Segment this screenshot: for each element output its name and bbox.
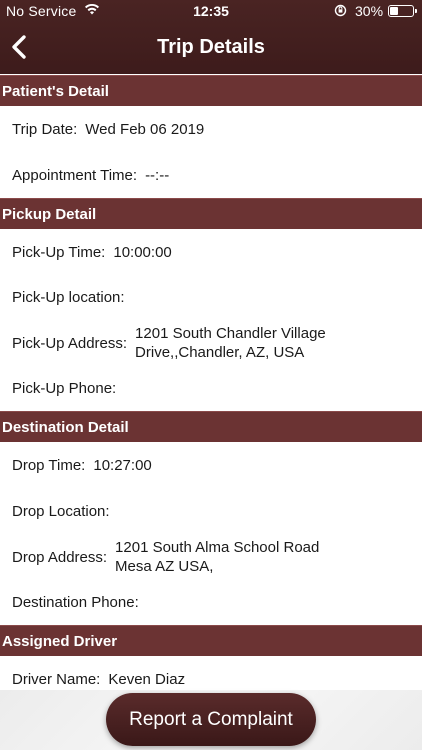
status-bar: No Service 12:35 30% <box>0 0 422 22</box>
pickup-phone-row: Pick-Up Phone: <box>12 379 124 398</box>
appointment-time-row: Appointment Time: --:-- <box>12 166 169 185</box>
drop-time-label: Drop Time: <box>12 457 86 474</box>
pickup-address-value: 1201 South Chandler Village Drive,,Chand… <box>135 325 326 361</box>
pickup-time-label: Pick-Up Time: <box>12 244 106 261</box>
drop-address-row: Drop Address: 1201 South Alma School Roa… <box>12 538 345 576</box>
destination-phone-label: Destination Phone: <box>12 594 139 611</box>
section-header-driver: Assigned Driver <box>0 625 422 656</box>
driver-name-label: Driver Name: <box>12 671 101 688</box>
appointment-time-label: Appointment Time: <box>12 167 138 184</box>
page-title: Trip Details <box>157 36 265 58</box>
pickup-time-value: 10:00:00 <box>113 244 172 261</box>
destination-phone-row: Destination Phone: <box>12 593 147 612</box>
pickup-location-row: Pick-Up location: <box>12 288 133 307</box>
pickup-location-label: Pick-Up location: <box>12 289 125 306</box>
pickup-address-label: Pick-Up Address: <box>12 334 128 352</box>
drop-address-label: Drop Address: <box>12 548 108 566</box>
section-header-pickup: Pickup Detail <box>0 198 422 229</box>
orientation-lock-icon <box>334 4 347 17</box>
battery-percent: 30% <box>355 3 384 19</box>
section-header-destination: Destination Detail <box>0 411 422 442</box>
driver-name-row: Driver Name: Keven Diaz <box>12 670 185 689</box>
pickup-time-row: Pick-Up Time: 10:00:00 <box>12 243 172 262</box>
section-header-patient: Patient's Detail <box>0 75 422 106</box>
drop-location-row: Drop Location: <box>12 502 118 521</box>
trip-date-row: Trip Date: Wed Feb 06 2019 <box>12 120 204 139</box>
battery-icon <box>388 5 417 17</box>
report-complaint-button[interactable]: Report a Complaint <box>106 693 316 746</box>
navigation-bar: No Service 12:35 30% Trip Details <box>0 0 422 74</box>
drop-time-row: Drop Time: 10:27:00 <box>12 456 152 475</box>
trip-date-value: Wed Feb 06 2019 <box>85 121 205 138</box>
trip-date-label: Trip Date: <box>12 121 78 138</box>
driver-name-value: Keven Diaz <box>108 671 186 688</box>
drop-location-label: Drop Location: <box>12 503 110 520</box>
pickup-phone-label: Pick-Up Phone: <box>12 380 117 397</box>
pickup-address-row: Pick-Up Address: 1201 South Chandler Vil… <box>12 324 365 362</box>
drop-time-value: 10:27:00 <box>93 457 152 474</box>
drop-address-value: 1201 South Alma School Road Mesa AZ USA, <box>115 539 320 575</box>
appointment-time-value: --:-- <box>145 167 170 184</box>
